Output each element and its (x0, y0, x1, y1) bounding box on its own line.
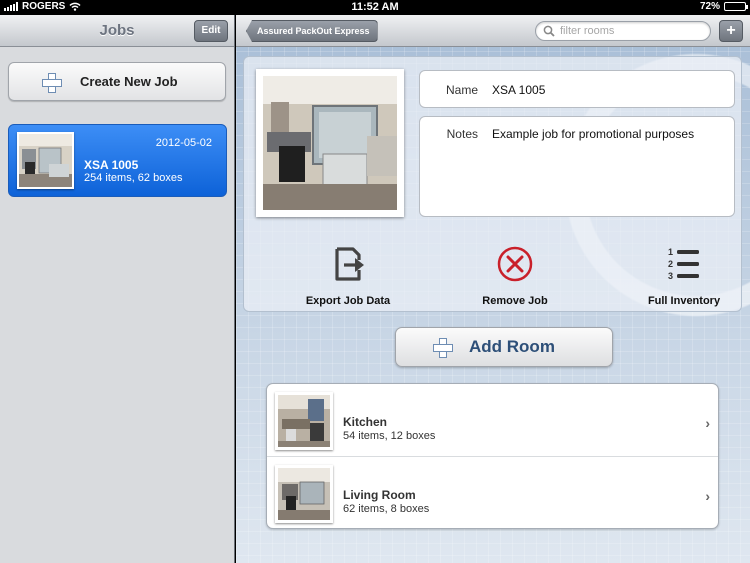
inventory-number-2: 2 (668, 259, 673, 269)
plus-icon (432, 337, 453, 358)
job-details-panel: Name XSA 1005 Notes Example job for prom… (243, 56, 742, 312)
status-right: 72% (699, 1, 748, 12)
export-icon (335, 247, 364, 281)
job-photo[interactable] (256, 69, 404, 217)
battery-percent: 72% (699, 1, 720, 12)
jobs-nav-bar: Jobs Edit (0, 15, 234, 47)
battery-icon (724, 2, 748, 11)
job-date: 2012-05-02 (155, 137, 212, 149)
full-inventory-button[interactable]: 1 2 3 Full Inventory (624, 245, 744, 307)
name-value: XSA 1005 (492, 83, 546, 97)
full-inventory-label: Full Inventory (647, 295, 721, 307)
chevron-right-icon: › (705, 415, 710, 431)
remove-job-label: Remove Job (482, 295, 548, 307)
add-room-label: Add Room (469, 337, 555, 356)
search-icon (543, 25, 555, 37)
remove-job-button[interactable]: Remove Job (455, 245, 575, 307)
room-thumbnail (275, 465, 333, 523)
rooms-list: Kitchen 54 items, 12 boxes › Living Room… (266, 383, 719, 529)
room-summary: 54 items, 12 boxes (343, 430, 436, 442)
job-detail-pane: Assured PackOut Express + (236, 15, 750, 563)
name-field[interactable]: Name XSA 1005 (419, 70, 735, 108)
back-button[interactable]: Assured PackOut Express (246, 20, 378, 42)
room-summary: 62 items, 8 boxes (343, 503, 430, 515)
notes-label: Notes (446, 127, 478, 141)
inventory-number-3: 3 (668, 271, 673, 281)
chevron-right-icon: › (705, 488, 710, 504)
room-row-living-room[interactable]: Living Room 62 items, 8 boxes › (267, 457, 718, 528)
notes-value: Example job for promotional purposes (492, 127, 695, 141)
room-name: Living Room (343, 488, 416, 502)
job-list-item[interactable]: 2012-05-02 XSA 1005 254 items, 62 boxes (8, 124, 227, 197)
job-name: XSA 1005 (84, 158, 139, 172)
export-job-data-label: Export Job Data (305, 295, 391, 307)
name-label: Name (445, 83, 478, 97)
export-job-data-button[interactable]: Export Job Data (288, 245, 408, 307)
room-thumbnail (275, 392, 333, 450)
create-new-job-label: Create New Job (80, 74, 178, 89)
inventory-list-icon: 1 2 3 (668, 247, 699, 281)
edit-button[interactable]: Edit (194, 20, 228, 42)
status-bar: ROGERS 11:52 AM 72% (0, 0, 750, 15)
plus-icon (41, 72, 62, 93)
remove-icon (497, 246, 533, 282)
filter-rooms-input[interactable] (560, 25, 700, 37)
jobs-pane: Jobs Edit Create New Job 2012-05-02 XSA … (0, 15, 235, 563)
room-name: Kitchen (343, 415, 388, 429)
filter-rooms-field[interactable] (535, 21, 711, 41)
detail-nav-bar: Assured PackOut Express + (236, 15, 750, 47)
add-room-button[interactable]: Add Room (395, 327, 613, 367)
room-row-kitchen[interactable]: Kitchen 54 items, 12 boxes › (267, 384, 718, 457)
status-time: 11:52 AM (351, 1, 399, 13)
notes-field[interactable]: Notes Example job for promotional purpos… (419, 116, 735, 217)
add-button[interactable]: + (719, 20, 743, 42)
job-thumbnail (17, 132, 74, 189)
job-summary: 254 items, 62 boxes (84, 172, 183, 184)
create-new-job-button[interactable]: Create New Job (8, 62, 226, 101)
inventory-number-1: 1 (668, 247, 673, 257)
